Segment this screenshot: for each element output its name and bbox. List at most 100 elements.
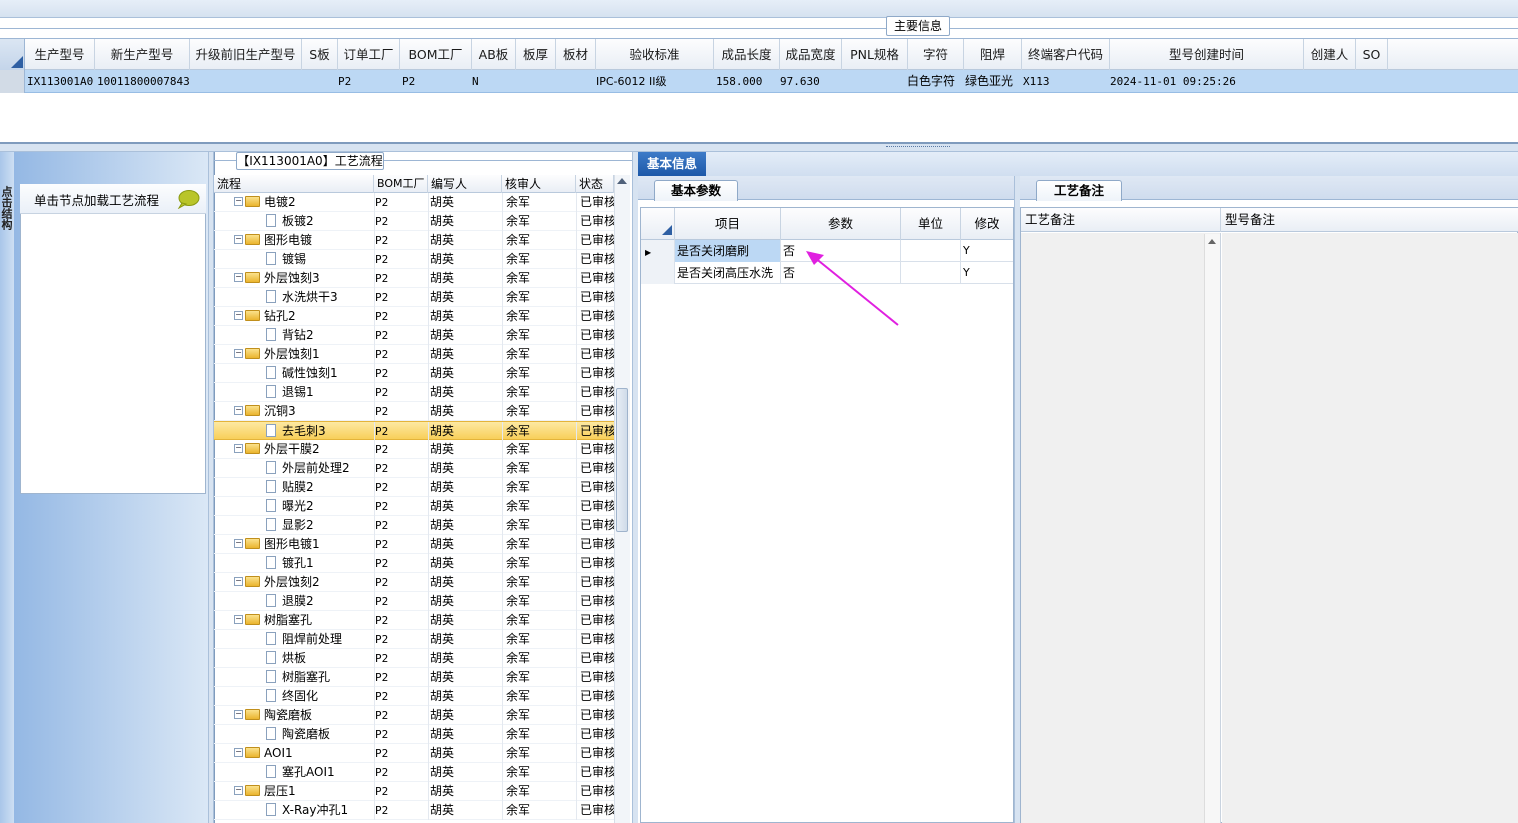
col-bom-factory[interactable]: BOM工厂 (400, 39, 472, 70)
tree-col-writer[interactable]: 编写人 (428, 175, 502, 193)
collapse-toggle-icon[interactable]: − (234, 197, 243, 206)
tree-step-row[interactable]: 板镀2 P2 胡英 余军 已审核 (214, 212, 614, 231)
tree-group-row[interactable]: − 外层蚀刻3 P2 胡英 余军 已审核 (214, 269, 614, 288)
process-note-tab[interactable]: 工艺备注 (1036, 180, 1122, 201)
tree-node-name: 退锡1 (266, 383, 374, 402)
tree-node-label: 外层蚀刻3 (264, 271, 320, 285)
scroll-up-icon[interactable] (617, 178, 627, 184)
tree-step-row[interactable]: 镀孔1 P2 胡英 余军 已审核 (214, 554, 614, 573)
tree-step-row[interactable]: 显影2 P2 胡英 余军 已审核 (214, 516, 614, 535)
collapse-toggle-icon[interactable]: − (234, 786, 243, 795)
tree-cell-reviewer: 余军 (506, 366, 531, 380)
col-s-board[interactable]: S板 (302, 39, 338, 70)
grid-line (576, 193, 577, 212)
param-col-item[interactable]: 项目 (675, 208, 781, 240)
tree-step-row[interactable]: 退锡1 P2 胡英 余军 已审核 (214, 383, 614, 402)
tree-step-row[interactable]: 陶瓷磨板 P2 胡英 余军 已审核 (214, 725, 614, 744)
tree-step-row[interactable]: 去毛刺3 P2 胡英 余军 已审核 (214, 421, 614, 441)
tree-col-reviewer[interactable]: 核审人 (502, 175, 576, 193)
tree-step-row[interactable]: 背钻2 P2 胡英 余军 已审核 (214, 326, 614, 345)
collapse-toggle-icon[interactable]: − (234, 235, 243, 244)
note-scrollbar[interactable] (1204, 234, 1220, 823)
tree-col-flow[interactable]: 流程 (214, 175, 374, 193)
param-col-unit[interactable]: 单位 (901, 208, 961, 240)
tree-group-row[interactable]: − 树脂塞孔 P2 胡英 余军 已审核 (214, 611, 614, 630)
col-customer[interactable]: 终端客户代码 (1022, 39, 1110, 70)
collapsed-side-strip[interactable] (0, 152, 14, 823)
col-so[interactable]: SO (1356, 39, 1388, 70)
process-note-textarea[interactable] (1021, 233, 1221, 823)
tree-step-row[interactable]: 水洗烘干3 P2 胡英 余军 已审核 (214, 288, 614, 307)
tree-scroll-thumb[interactable] (616, 388, 628, 532)
main-info-tab[interactable]: 主要信息 (886, 16, 950, 36)
collapse-toggle-icon[interactable]: − (234, 311, 243, 320)
col-order-factory[interactable]: 订单工厂 (338, 39, 400, 70)
tree-group-row[interactable]: − 陶瓷磨板 P2 胡英 余军 已审核 (214, 706, 614, 725)
col-mask[interactable]: 阻焊 (964, 39, 1022, 70)
tree-group-row[interactable]: − 外层干膜2 P2 胡英 余军 已审核 (214, 440, 614, 459)
grid-line (576, 459, 577, 478)
row-selector[interactable] (0, 70, 25, 93)
tree-group-row[interactable]: − 沉铜3 P2 胡英 余军 已审核 (214, 402, 614, 421)
col-standard[interactable]: 验收标准 (596, 39, 714, 70)
tree-step-row[interactable]: 退膜2 P2 胡英 余军 已审核 (214, 592, 614, 611)
col-char[interactable]: 字符 (908, 39, 964, 70)
tree-step-row[interactable]: 终固化 P2 胡英 余军 已审核 (214, 687, 614, 706)
param-col-modify[interactable]: 修改 (961, 208, 1013, 240)
col-new-prod-model[interactable]: 新生产型号 (95, 39, 190, 70)
collapse-toggle-icon[interactable]: − (234, 349, 243, 358)
tree-step-row[interactable]: X-Ray冲孔1 P2 胡英 余军 已审核 (214, 801, 614, 820)
tree-group-row[interactable]: − 外层蚀刻2 P2 胡英 余军 已审核 (214, 573, 614, 592)
tree-step-row[interactable]: 阻焊前处理 P2 胡英 余军 已审核 (214, 630, 614, 649)
col-prod-model[interactable]: 生产型号 (25, 39, 95, 70)
collapse-toggle-icon[interactable]: − (234, 710, 243, 719)
model-note-textarea[interactable] (1222, 233, 1518, 823)
grid-line (502, 497, 503, 516)
col-old-prod-model[interactable]: 升级前旧生产型号 (190, 39, 302, 70)
horizontal-splitter[interactable] (0, 144, 1518, 152)
collapse-toggle-icon[interactable]: − (234, 444, 243, 453)
tree-group-row[interactable]: − 层压1 P2 胡英 余军 已审核 (214, 782, 614, 801)
collapse-toggle-icon[interactable]: − (234, 273, 243, 282)
tree-group-row[interactable]: − 图形电镀1 P2 胡英 余军 已审核 (214, 535, 614, 554)
tree-group-row[interactable]: − 电镀2 P2 胡英 余军 已审核 (214, 193, 614, 212)
collapse-toggle-icon[interactable]: − (234, 577, 243, 586)
param-row-selector[interactable] (641, 262, 675, 284)
tree-cell-bom: P2 (375, 633, 389, 646)
col-pnl[interactable]: PNL规格 (842, 39, 908, 70)
tree-group-row[interactable]: − AOI1 P2 胡英 余军 已审核 (214, 744, 614, 763)
tree-step-row[interactable]: 碱性蚀刻1 P2 胡英 余军 已审核 (214, 364, 614, 383)
document-icon (266, 424, 276, 437)
col-length[interactable]: 成品长度 (714, 39, 780, 70)
tree-col-status[interactable]: 状态 (576, 175, 614, 193)
basic-info-tab[interactable]: 基本信息 (638, 152, 706, 176)
col-creator[interactable]: 创建人 (1304, 39, 1356, 70)
tree-step-row[interactable]: 镀锡 P2 胡英 余军 已审核 (214, 250, 614, 269)
middle-vertical-splitter[interactable] (632, 152, 638, 823)
basic-param-tab[interactable]: 基本参数 (654, 180, 738, 201)
collapse-toggle-icon[interactable]: − (234, 748, 243, 757)
col-material[interactable]: 板材 (556, 39, 596, 70)
collapse-toggle-icon[interactable]: − (234, 539, 243, 548)
param-col-value[interactable]: 参数 (781, 208, 901, 240)
col-thickness[interactable]: 板厚 (516, 39, 556, 70)
scroll-up-icon[interactable] (1208, 239, 1216, 244)
tree-step-row[interactable]: 外层前处理2 P2 胡英 余军 已审核 (214, 459, 614, 478)
tree-group-row[interactable]: − 图形电镀 P2 胡英 余军 已审核 (214, 231, 614, 250)
col-width[interactable]: 成品宽度 (780, 39, 842, 70)
param-grid-corner[interactable] (641, 208, 675, 240)
tree-col-bom[interactable]: BOM工厂 (374, 175, 428, 193)
tree-step-row[interactable]: 树脂塞孔 P2 胡英 余军 已审核 (214, 668, 614, 687)
param-row-selector[interactable]: ▶ (641, 240, 675, 262)
tree-group-row[interactable]: − 钻孔2 P2 胡英 余军 已审核 (214, 307, 614, 326)
speech-bubble-icon[interactable] (176, 189, 200, 209)
tree-group-row[interactable]: − 外层蚀刻1 P2 胡英 余军 已审核 (214, 345, 614, 364)
col-create-time[interactable]: 型号创建时间 (1110, 39, 1304, 70)
collapse-toggle-icon[interactable]: − (234, 615, 243, 624)
tree-step-row[interactable]: 曝光2 P2 胡英 余军 已审核 (214, 497, 614, 516)
collapse-toggle-icon[interactable]: − (234, 406, 243, 415)
tree-step-row[interactable]: 烘板 P2 胡英 余军 已审核 (214, 649, 614, 668)
tree-step-row[interactable]: 贴膜2 P2 胡英 余军 已审核 (214, 478, 614, 497)
col-ab-board[interactable]: AB板 (472, 39, 516, 70)
tree-step-row[interactable]: 塞孔AOI1 P2 胡英 余军 已审核 (214, 763, 614, 782)
